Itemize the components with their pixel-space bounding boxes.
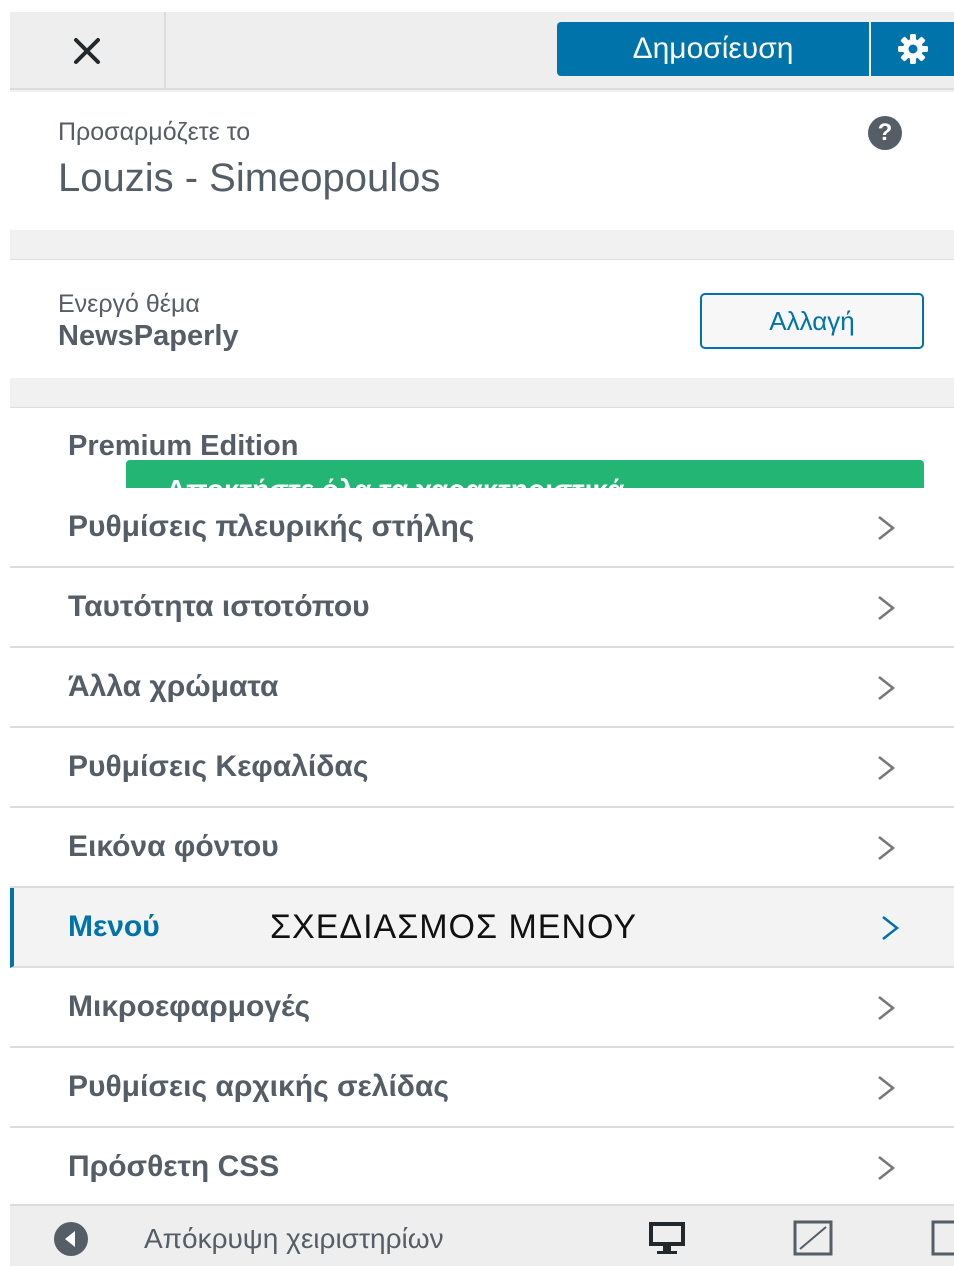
chevron-right-icon [878,756,896,780]
chevron-right-icon [878,676,896,700]
menu-item-label: Εικόνα φόντου [68,830,279,863]
section-divider [10,230,954,260]
chevron-right-icon [878,836,896,860]
publish-button[interactable]: Δημοσίευση [557,22,869,76]
menu-item-site-identity[interactable]: Ταυτότητα ιστοτόπου [10,568,954,648]
site-title: Louzis - Simeopoulos [58,156,441,200]
menu-item-label: Μικροεφαρμογές [68,990,311,1023]
menu-item-homepage-settings[interactable]: Ρυθμίσεις αρχικής σελίδας [10,1048,954,1128]
menu-item-background-image[interactable]: Εικόνα φόντου [10,808,954,888]
mobile-preview-icon[interactable] [930,1218,954,1258]
chevron-right-icon [878,996,896,1020]
menu-item-label: Μενού [68,910,160,943]
menu-item-widgets[interactable]: Μικροεφαρμογές [10,968,954,1048]
menu-item-label: Πρόσθετη CSS [68,1150,280,1183]
desktop-preview-icon[interactable] [646,1218,688,1258]
info-label: Προσαρμόζετε το [58,118,251,146]
chevron-right-icon [878,516,896,540]
help-icon[interactable]: ? [868,116,902,150]
customizer-menu: Ρυθμίσεις πλευρικής στήλης Ταυτότητα ιστ… [10,488,954,1208]
menu-item-label: Ταυτότητα ιστοτόπου [68,590,370,623]
menu-item-other-colors[interactable]: Άλλα χρώματα [10,648,954,728]
active-theme-label: Ενεργό θέμα [58,290,200,318]
gear-icon [897,34,928,64]
tablet-preview-icon[interactable] [792,1218,834,1258]
premium-section: Premium Edition Αποκτήστε όλα τα χαρακτη… [10,408,954,488]
chevron-right-icon [878,596,896,620]
chevron-right-icon [878,1076,896,1100]
collapse-icon[interactable] [54,1222,88,1256]
menu-item-additional-css[interactable]: Πρόσθετη CSS [10,1128,954,1208]
customizer-header: Δημοσίευση [10,12,954,90]
chevron-right-icon [878,1156,896,1180]
close-icon [74,38,100,64]
customizer-panel: Δημοσίευση Προσαρμόζετε το Louzis - Sime… [10,12,954,1266]
active-theme-name: NewsPaperly [58,320,239,352]
close-button[interactable] [10,12,166,90]
collapse-sidebar-button[interactable]: Απόκρυψη χειριστηρίων [144,1223,624,1255]
premium-upgrade-button[interactable]: Αποκτήστε όλα τα χαρακτηριστικά [126,460,924,488]
active-theme-section: Ενεργό θέμα NewsPaperly Αλλαγή [10,260,954,378]
arrow-left-icon [65,1231,75,1247]
premium-title: Premium Edition [68,430,299,462]
menu-item-label: Ρυθμίσεις πλευρικής στήλης [68,510,475,543]
menu-item-label: Άλλα χρώματα [68,670,279,703]
change-theme-button[interactable]: Αλλαγή [700,293,924,349]
publish-settings-button[interactable] [871,22,954,76]
chevron-right-icon [882,916,900,940]
menu-item-label: Ρυθμίσεις αρχικής σελίδας [68,1070,450,1103]
menu-item-sidebar-settings[interactable]: Ρυθμίσεις πλευρικής στήλης [10,488,954,568]
menu-annotation: ΣΧΕΔΙΑΣΜΟΣ ΜΕΝΟΥ [270,907,638,946]
menu-item-header-settings[interactable]: Ρυθμίσεις Κεφαλίδας [10,728,954,808]
customizer-footer: Απόκρυψη χειριστηρίων [10,1204,954,1266]
section-divider [10,378,954,408]
menu-item-label: Ρυθμίσεις Κεφαλίδας [68,750,369,783]
customizer-info: Προσαρμόζετε το Louzis - Simeopoulos ? [10,92,954,230]
menu-item-menus[interactable]: Μενού ΣΧΕΔΙΑΣΜΟΣ ΜΕΝΟΥ [10,888,954,968]
